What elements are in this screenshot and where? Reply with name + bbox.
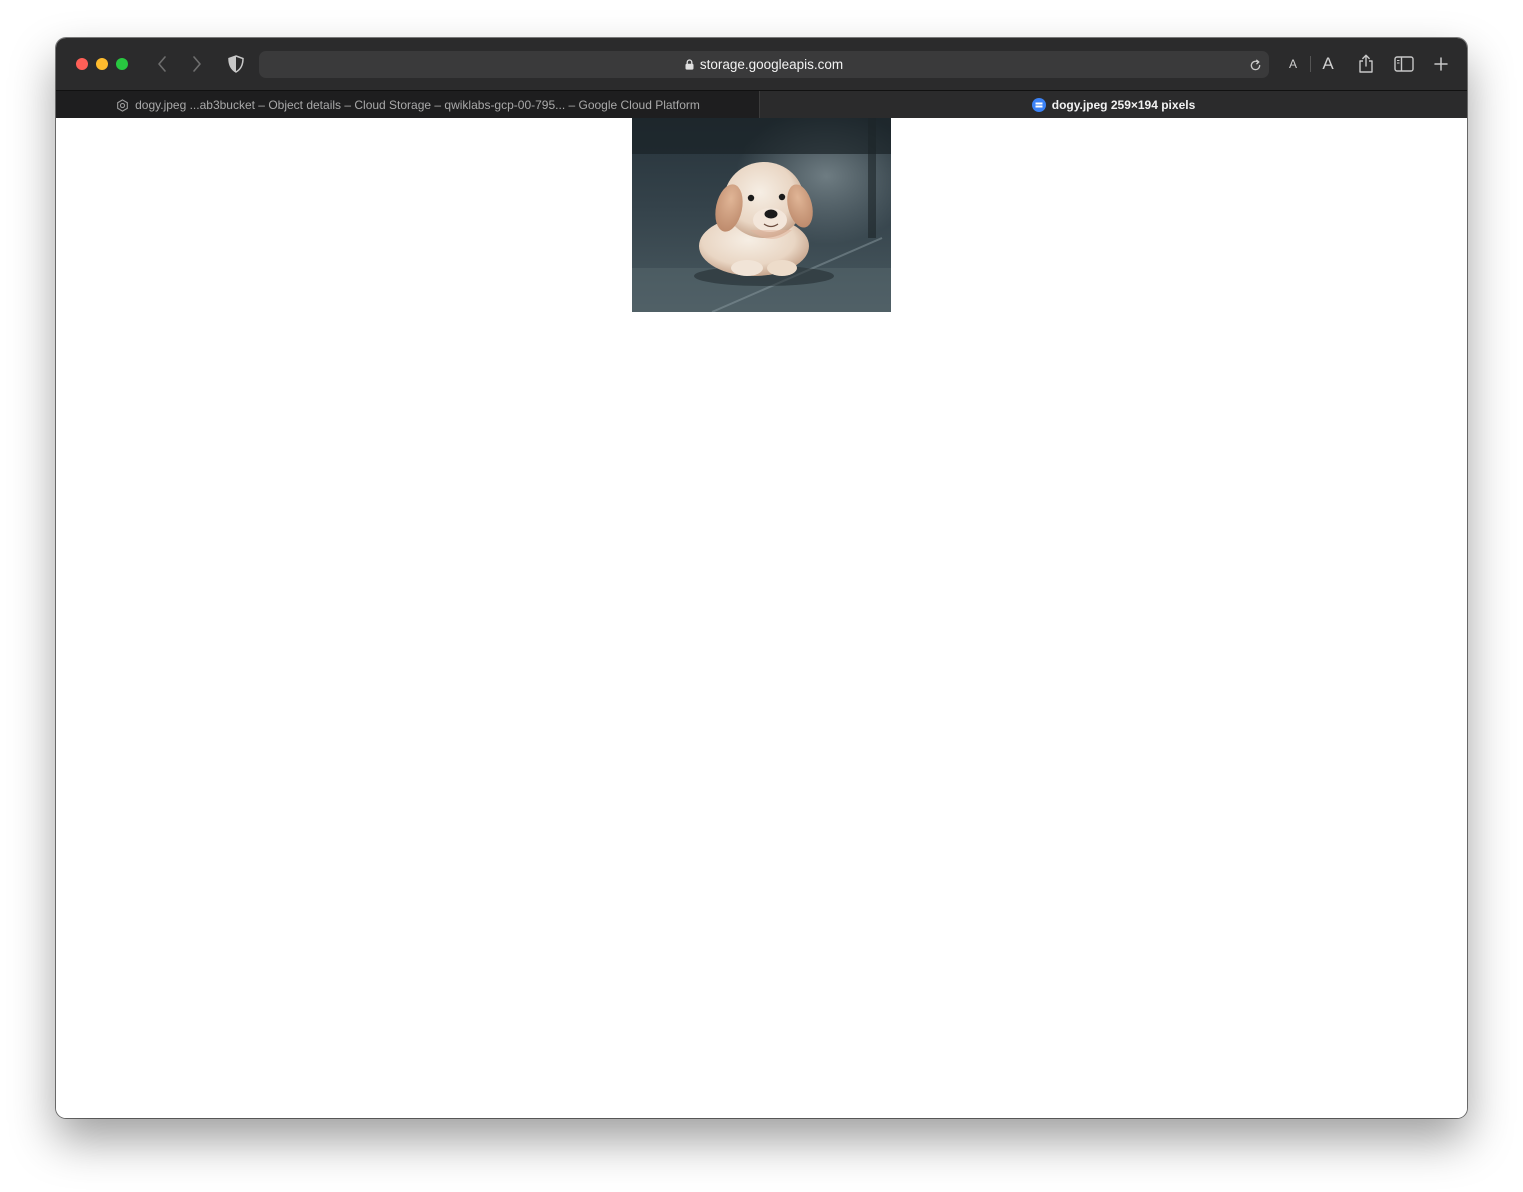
back-icon[interactable]	[152, 53, 172, 75]
address-bar[interactable]: storage.googleapis.com	[259, 51, 1269, 78]
page-content	[56, 118, 1467, 1118]
browser-window: storage.googleapis.com A A dogy.jpeg ...…	[56, 38, 1467, 1118]
new-tab-icon[interactable]	[1430, 52, 1452, 76]
tab-bar: dogy.jpeg ...ab3bucket – Object details …	[56, 90, 1467, 119]
toolbar-divider	[1310, 56, 1311, 72]
tab-title: dogy.jpeg ...ab3bucket – Object details …	[135, 98, 700, 112]
minimize-window-button[interactable]	[96, 58, 108, 70]
zoom-window-button[interactable]	[116, 58, 128, 70]
browser-toolbar: storage.googleapis.com A A	[56, 38, 1467, 90]
tab-image[interactable]: dogy.jpeg 259×194 pixels	[760, 91, 1467, 119]
address-text: storage.googleapis.com	[699, 57, 844, 72]
tab-object-details[interactable]: dogy.jpeg ...ab3bucket – Object details …	[56, 91, 760, 119]
tab-title: dogy.jpeg 259×194 pixels	[1051, 98, 1196, 112]
decrease-font-button[interactable]: A	[1285, 54, 1301, 74]
reload-icon[interactable]	[1245, 55, 1265, 75]
forward-icon[interactable]	[187, 53, 207, 75]
lock-icon	[685, 59, 694, 70]
storage-icon	[1031, 98, 1046, 112]
cloud-platform-icon	[115, 98, 129, 112]
close-window-button[interactable]	[76, 58, 88, 70]
sidebar-icon[interactable]	[1392, 53, 1416, 75]
puppy-image[interactable]	[632, 118, 891, 312]
share-icon[interactable]	[1355, 52, 1377, 76]
shield-icon[interactable]	[226, 53, 246, 75]
increase-font-button[interactable]: A	[1317, 51, 1339, 77]
